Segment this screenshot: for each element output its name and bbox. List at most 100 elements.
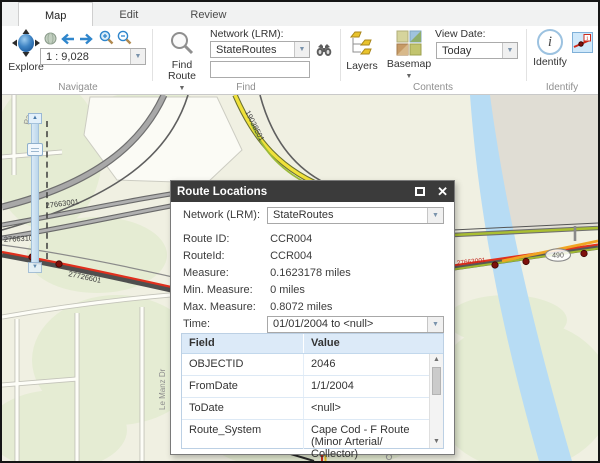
header-value: Value [311,337,340,349]
dialog-network-combo[interactable]: StateRoutes ▼ [267,207,444,224]
view-date-value: Today [442,44,472,57]
explore-label: Explore [8,61,44,73]
network-lrm-label: Network (LRM): [210,28,284,40]
time-row: Time: [183,318,267,330]
identify-label: Identify [533,56,567,68]
find-group-label: Find [236,82,256,93]
dialog-time-combo[interactable]: 01/01/2004 to <null> ▼ [267,316,444,333]
field-value: CCR004 [270,250,313,262]
layers-button[interactable]: Layers [344,30,380,72]
network-lrm-value: StateRoutes [216,43,277,56]
dialog-time-value: 01/01/2004 to <null> [273,318,374,330]
identify-route-location-icon: i [573,34,591,48]
max-measure-row: Max. Measure: 0.8072 miles [183,301,332,313]
layers-icon [349,30,375,61]
dialog-time-dropdown-icon[interactable]: ▼ [427,317,443,332]
cell-field: FromDate [182,376,304,397]
explore-icon [10,29,42,62]
dialog-network-dropdown-icon[interactable]: ▼ [427,208,443,223]
min-measure-row: Min. Measure: 0 miles [183,284,305,296]
full-extent-globe-icon[interactable] [42,31,58,46]
map-scale-value: 1 : 9,028 [46,50,89,63]
slider-down-arrow-icon[interactable]: ▼ [28,262,42,273]
cell-field: Route_System [182,420,304,449]
tab-review[interactable]: Review [164,2,252,26]
close-icon[interactable]: ✕ [437,185,448,198]
table-scrollbar[interactable]: ▲ ▼ [429,354,443,448]
network-row: Network (LRM): [183,209,267,221]
find-route-icon [169,30,195,60]
header-field: Field [182,334,304,353]
routeid-row: RouteId: CCR004 [183,250,312,262]
ribbon-body: Explore 1 : 9,028 ▼ Navigate Find Route … [2,26,598,95]
cell-value: 2046 [311,358,336,370]
previous-extent-icon[interactable] [59,31,75,46]
network-lrm-dropdown-icon[interactable]: ▼ [294,42,309,57]
zoom-in-icon[interactable] [98,30,114,45]
table-row[interactable]: ToDate <null> [182,398,443,420]
cell-value: 1/1/2004 [311,380,354,392]
table-row[interactable]: OBJECTID 2046 [182,354,443,376]
tab-map[interactable]: Map [18,2,94,26]
slider-ticks [46,121,48,259]
next-extent-icon[interactable] [79,31,95,46]
identify-route-location-tool-button[interactable]: i [572,32,593,53]
slider-thumb[interactable] [27,143,43,156]
group-divider [526,29,527,81]
zoom-out-icon[interactable] [116,30,132,45]
field-label: Measure: [183,267,229,279]
field-label: Time: [183,318,211,330]
field-label: Max. Measure: [183,301,256,313]
map-zoom-slider[interactable]: ▲ ▼ [27,113,48,273]
group-divider [340,29,341,81]
identify-group-label: Identify [545,82,579,93]
identify-button[interactable]: i Identify [530,29,570,68]
dialog-network-value: StateRoutes [273,209,334,221]
ribbon-tabstrip: Map Edit Review [2,2,598,26]
navigate-group-label: Navigate [58,82,98,93]
cell-value: <null> [311,402,341,414]
scrollbar-up-icon[interactable]: ▲ [430,354,443,366]
scrollbar-thumb[interactable] [432,367,441,395]
field-label: RouteId: [183,250,225,262]
dialog-title: Route Locations [177,185,268,198]
map-scale-dropdown-icon[interactable]: ▼ [130,49,145,64]
table-row[interactable]: Route_System Cape Cod - F Route (Minor A… [182,420,443,460]
route-shield-label: 490 [552,253,564,260]
measure-row: Measure: 0.1623178 miles [183,267,351,279]
table-header: Field Value [182,334,443,354]
find-binoculars-icon[interactable] [316,42,332,57]
group-divider [152,29,153,81]
scrollbar-down-icon[interactable]: ▼ [430,436,443,448]
field-value: CCR004 [270,233,313,245]
basemap-icon [396,30,422,59]
basemap-button[interactable]: Basemap ▼ [386,30,432,82]
field-value: 0.1623178 miles [270,267,351,279]
find-route-label-2: Route [167,70,197,82]
route-locations-dialog: Route Locations ✕ Network (LRM): StateRo… [170,180,455,460]
table-row[interactable]: FromDate 1/1/2004 [182,376,443,398]
cell-field: OBJECTID [182,354,304,375]
route-id-row: Route ID: CCR004 [183,233,312,245]
map-scale-combo[interactable]: 1 : 9,028 ▼ [40,48,146,65]
field-label: Network (LRM): [183,209,261,221]
basemap-label: Basemap [386,58,432,70]
tab-edit[interactable]: Edit [93,2,164,26]
field-value: 0 miles [270,284,305,296]
view-date-combo[interactable]: Today ▼ [436,42,518,59]
dialog-titlebar[interactable]: Route Locations ✕ [171,181,454,202]
attribute-table: Field Value OBJECTID 2046 FromDate 1/1/2… [181,333,444,460]
identify-icon: i [537,29,563,55]
layers-label: Layers [346,60,378,72]
cell-field: ToDate [182,398,304,419]
route-search-input[interactable] [210,61,310,78]
basemap-dropdown-icon[interactable]: ▼ [406,71,413,82]
view-date-label: View Date: [435,28,486,40]
field-value: 0.8072 miles [270,301,333,313]
network-lrm-combo[interactable]: StateRoutes ▼ [210,41,310,58]
field-label: Route ID: [183,233,230,245]
street-label-le-manz: Le Manz Dr [158,368,167,410]
field-label: Min. Measure: [183,284,253,296]
maximize-icon[interactable] [415,187,426,196]
view-date-dropdown-icon[interactable]: ▼ [502,43,517,58]
